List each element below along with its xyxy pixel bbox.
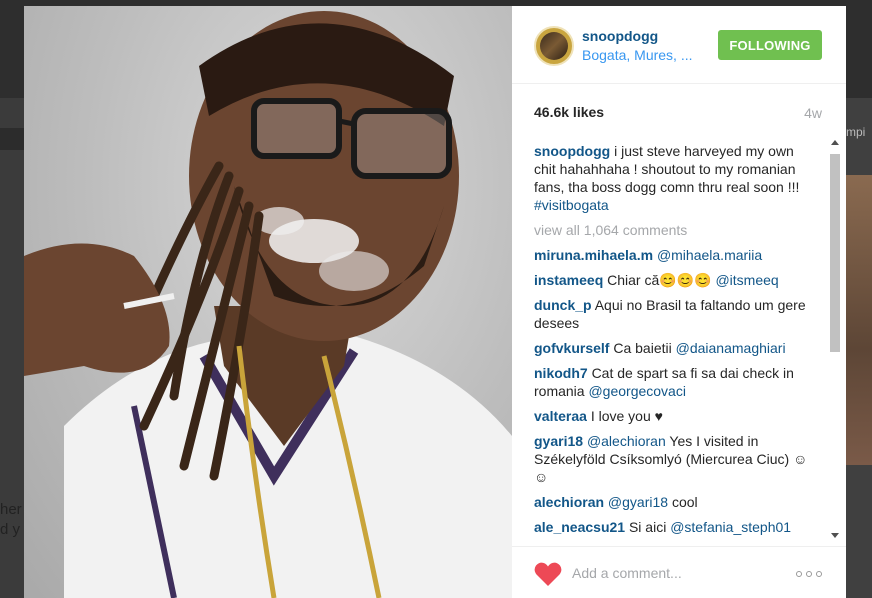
background-left-row	[0, 128, 24, 150]
comments-scrollbar[interactable]	[829, 140, 841, 538]
post-time[interactable]: 4w	[804, 105, 822, 121]
post-photo[interactable]	[24, 6, 512, 598]
post-footer	[512, 546, 846, 598]
comment-user[interactable]: dunck_p	[534, 297, 592, 313]
comment-text: Chiar că😊😊😊	[607, 272, 716, 288]
post-modal: snoopdogg Bogata, Mures, ... FOLLOWING 4…	[24, 6, 846, 598]
post-side-panel: snoopdogg Bogata, Mures, ... FOLLOWING 4…	[512, 6, 846, 598]
comment-text: Si aici	[628, 519, 671, 535]
comment-text: Ca baietii	[613, 340, 676, 356]
avatar[interactable]	[534, 26, 574, 66]
post-username[interactable]: snoopdogg	[582, 28, 658, 44]
comment-mention[interactable]: @alechioran	[587, 433, 666, 449]
add-comment-input[interactable]	[572, 563, 772, 583]
post-location[interactable]: Bogata, Mures, ...	[582, 47, 702, 63]
likes-count[interactable]: 46.6k likes	[534, 104, 604, 120]
comment-item: ale_neacsu21 Si aici @stefania_steph01	[534, 518, 819, 536]
comment-text-after: cool	[668, 494, 698, 510]
comment-item: miruna.mihaela.m @mihaela.mariia	[534, 246, 819, 264]
scrollbar-thumb[interactable]	[830, 154, 840, 352]
scroll-up-arrow-icon[interactable]	[831, 140, 839, 145]
comment-item: alechioran @gyari18 cool	[534, 493, 819, 511]
heart-icon[interactable]	[534, 561, 562, 587]
view-all-comments-link[interactable]: view all 1,064 comments	[534, 221, 819, 239]
post-photo-illustration	[24, 11, 512, 598]
comment-user[interactable]: miruna.mihaela.m	[534, 247, 653, 263]
comment-item: gofvkurself Ca baietii @daianamaghiari	[534, 339, 819, 357]
caption: snoopdogg i just steve harveyed my own c…	[534, 142, 819, 214]
caption-hashtag[interactable]: #visitbogata	[534, 197, 609, 213]
comment-text: I love you ♥	[590, 408, 663, 424]
comment-mention[interactable]: @georgecovaci	[588, 383, 686, 399]
background-right-photo	[846, 175, 872, 465]
background-right-tag: mpi	[846, 125, 866, 139]
comment-item: nikodh7 Cat de spart sa fi sa dai check …	[534, 364, 819, 400]
comment-mention[interactable]: @daianamaghiari	[676, 340, 786, 356]
comment-user[interactable]: nikodh7	[534, 365, 588, 381]
comment-mention[interactable]: @gyari18	[608, 494, 668, 510]
comment-user[interactable]: ale_neacsu21	[534, 519, 625, 535]
following-button[interactable]: FOLLOWING	[718, 30, 822, 60]
comment-user[interactable]: gofvkurself	[534, 340, 609, 356]
background-left-text: her d y	[0, 501, 22, 538]
comment-item: gyari18 @alechioran Yes I visited in Szé…	[534, 432, 819, 486]
comment-user[interactable]: valteraa	[534, 408, 587, 424]
comment-item: instameeq Chiar că😊😊😊 @itsmeeq	[534, 271, 819, 289]
comment-user[interactable]: alechioran	[534, 494, 604, 510]
caption-user[interactable]: snoopdogg	[534, 143, 610, 159]
comment-user[interactable]: gyari18	[534, 433, 583, 449]
avatar-image	[540, 32, 568, 60]
comment-mention[interactable]: @itsmeeq	[715, 272, 778, 288]
more-options-icon[interactable]	[796, 569, 824, 579]
comment-mention[interactable]: @stefania_steph01	[670, 519, 791, 535]
comment-user[interactable]: instameeq	[534, 272, 603, 288]
comments-list: snoopdogg i just steve harveyed my own c…	[534, 142, 819, 538]
scroll-down-arrow-icon[interactable]	[831, 533, 839, 538]
comment-item: valteraa I love you ♥	[534, 407, 819, 425]
comment-item: dunck_p Aqui no Brasil ta faltando um ge…	[534, 296, 819, 332]
comment-mention[interactable]: @mihaela.mariia	[657, 247, 762, 263]
post-header: snoopdogg Bogata, Mures, ... FOLLOWING	[512, 6, 846, 84]
